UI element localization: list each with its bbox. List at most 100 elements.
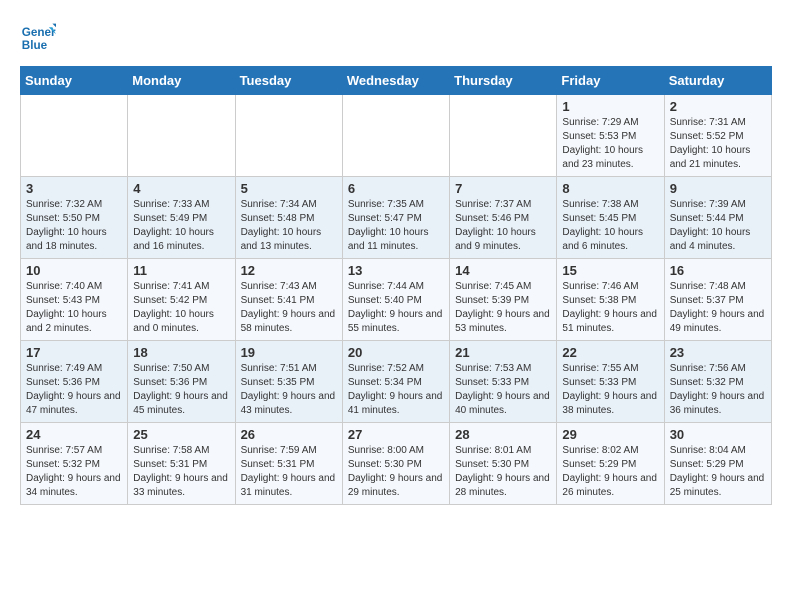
- calendar-cell: 18 Sunrise: 7:50 AM Sunset: 5:36 PM Dayli…: [128, 341, 235, 423]
- calendar-cell: [450, 95, 557, 177]
- header-day-sunday: Sunday: [21, 67, 128, 95]
- day-number: 8: [562, 181, 658, 196]
- day-info: Sunrise: 7:43 AM Sunset: 5:41 PM Dayligh…: [241, 280, 337, 336]
- calendar-cell: 11 Sunrise: 7:41 AM Sunset: 5:42 PM Dayli…: [128, 259, 235, 341]
- calendar-cell: [342, 95, 449, 177]
- logo: General Blue: [20, 20, 62, 56]
- day-number: 11: [133, 263, 229, 278]
- calendar-cell: 5Sunrise: 7:34 AM Sunset: 5:48 PM Daylig…: [235, 177, 342, 259]
- day-info: Sunrise: 7:55 AM Sunset: 5:33 PM Dayligh…: [562, 362, 658, 418]
- day-info: Sunrise: 7:50 AM Sunset: 5:36 PM Dayligh…: [133, 362, 229, 418]
- day-number: 30: [670, 427, 766, 442]
- day-number: 2: [670, 99, 766, 114]
- week-row-5: 24 Sunrise: 7:57 AM Sunset: 5:32 PM Dayli…: [21, 423, 772, 505]
- day-number: 28: [455, 427, 551, 442]
- day-info: Sunrise: 7:41 AM Sunset: 5:42 PM Dayligh…: [133, 280, 229, 336]
- day-info: Sunrise: 7:53 AM Sunset: 5:33 PM Dayligh…: [455, 362, 551, 418]
- day-info: Sunrise: 7:37 AM Sunset: 5:46 PM Dayligh…: [455, 198, 551, 254]
- day-number: 4: [133, 181, 229, 196]
- calendar-cell: 27 Sunrise: 8:00 AM Sunset: 5:30 PM Dayli…: [342, 423, 449, 505]
- calendar-cell: 22 Sunrise: 7:55 AM Sunset: 5:33 PM Dayli…: [557, 341, 664, 423]
- day-number: 26: [241, 427, 337, 442]
- week-row-3: 10Sunrise: 7:40 AM Sunset: 5:43 PM Dayli…: [21, 259, 772, 341]
- day-info: Sunrise: 7:49 AM Sunset: 5:36 PM Dayligh…: [26, 362, 122, 418]
- calendar-cell: 9 Sunrise: 7:39 AM Sunset: 5:44 PM Daylig…: [664, 177, 771, 259]
- calendar-cell: 25 Sunrise: 7:58 AM Sunset: 5:31 PM Dayli…: [128, 423, 235, 505]
- calendar-cell: 15 Sunrise: 7:46 AM Sunset: 5:38 PM Dayli…: [557, 259, 664, 341]
- day-number: 17: [26, 345, 122, 360]
- day-number: 10: [26, 263, 122, 278]
- svg-text:Blue: Blue: [22, 39, 48, 52]
- logo-icon: General Blue: [20, 20, 56, 56]
- header-row: SundayMondayTuesdayWednesdayThursdayFrid…: [21, 67, 772, 95]
- week-row-4: 17 Sunrise: 7:49 AM Sunset: 5:36 PM Dayli…: [21, 341, 772, 423]
- day-number: 20: [348, 345, 444, 360]
- day-info: Sunrise: 7:29 AM Sunset: 5:53 PM Dayligh…: [562, 116, 658, 172]
- header-day-wednesday: Wednesday: [342, 67, 449, 95]
- calendar-cell: 2 Sunrise: 7:31 AM Sunset: 5:52 PM Daylig…: [664, 95, 771, 177]
- day-info: Sunrise: 7:58 AM Sunset: 5:31 PM Dayligh…: [133, 444, 229, 500]
- day-number: 27: [348, 427, 444, 442]
- day-info: Sunrise: 7:48 AM Sunset: 5:37 PM Dayligh…: [670, 280, 766, 336]
- calendar-cell: 30 Sunrise: 8:04 AM Sunset: 5:29 PM Dayli…: [664, 423, 771, 505]
- day-number: 12: [241, 263, 337, 278]
- calendar-cell: 12 Sunrise: 7:43 AM Sunset: 5:41 PM Dayli…: [235, 259, 342, 341]
- day-info: Sunrise: 7:51 AM Sunset: 5:35 PM Dayligh…: [241, 362, 337, 418]
- day-info: Sunrise: 8:00 AM Sunset: 5:30 PM Dayligh…: [348, 444, 444, 500]
- calendar-cell: [235, 95, 342, 177]
- calendar-cell: 3Sunrise: 7:32 AM Sunset: 5:50 PM Daylig…: [21, 177, 128, 259]
- calendar-cell: 8 Sunrise: 7:38 AM Sunset: 5:45 PM Daylig…: [557, 177, 664, 259]
- header-day-thursday: Thursday: [450, 67, 557, 95]
- calendar-cell: 14 Sunrise: 7:45 AM Sunset: 5:39 PM Dayli…: [450, 259, 557, 341]
- calendar-cell: 1 Sunrise: 7:29 AM Sunset: 5:53 PM Daylig…: [557, 95, 664, 177]
- day-number: 15: [562, 263, 658, 278]
- day-number: 19: [241, 345, 337, 360]
- day-info: Sunrise: 8:01 AM Sunset: 5:30 PM Dayligh…: [455, 444, 551, 500]
- day-number: 29: [562, 427, 658, 442]
- calendar-header: SundayMondayTuesdayWednesdayThursdayFrid…: [21, 67, 772, 95]
- day-info: Sunrise: 7:33 AM Sunset: 5:49 PM Dayligh…: [133, 198, 229, 254]
- day-info: Sunrise: 7:45 AM Sunset: 5:39 PM Dayligh…: [455, 280, 551, 336]
- header-day-saturday: Saturday: [664, 67, 771, 95]
- day-info: Sunrise: 7:35 AM Sunset: 5:47 PM Dayligh…: [348, 198, 444, 254]
- day-number: 5: [241, 181, 337, 196]
- calendar-cell: [21, 95, 128, 177]
- day-number: 23: [670, 345, 766, 360]
- day-info: Sunrise: 7:46 AM Sunset: 5:38 PM Dayligh…: [562, 280, 658, 336]
- day-info: Sunrise: 7:38 AM Sunset: 5:45 PM Dayligh…: [562, 198, 658, 254]
- day-info: Sunrise: 8:04 AM Sunset: 5:29 PM Dayligh…: [670, 444, 766, 500]
- day-number: 7: [455, 181, 551, 196]
- calendar-table: SundayMondayTuesdayWednesdayThursdayFrid…: [20, 66, 772, 505]
- day-number: 1: [562, 99, 658, 114]
- day-info: Sunrise: 7:59 AM Sunset: 5:31 PM Dayligh…: [241, 444, 337, 500]
- day-number: 25: [133, 427, 229, 442]
- header-day-friday: Friday: [557, 67, 664, 95]
- day-number: 22: [562, 345, 658, 360]
- day-number: 16: [670, 263, 766, 278]
- day-number: 21: [455, 345, 551, 360]
- day-number: 9: [670, 181, 766, 196]
- calendar-cell: 7 Sunrise: 7:37 AM Sunset: 5:46 PM Daylig…: [450, 177, 557, 259]
- calendar-cell: 28 Sunrise: 8:01 AM Sunset: 5:30 PM Dayli…: [450, 423, 557, 505]
- header-day-tuesday: Tuesday: [235, 67, 342, 95]
- calendar-body: 1 Sunrise: 7:29 AM Sunset: 5:53 PM Daylig…: [21, 95, 772, 505]
- day-number: 18: [133, 345, 229, 360]
- day-info: Sunrise: 7:39 AM Sunset: 5:44 PM Dayligh…: [670, 198, 766, 254]
- calendar-cell: 4 Sunrise: 7:33 AM Sunset: 5:49 PM Daylig…: [128, 177, 235, 259]
- week-row-1: 1 Sunrise: 7:29 AM Sunset: 5:53 PM Daylig…: [21, 95, 772, 177]
- day-info: Sunrise: 7:44 AM Sunset: 5:40 PM Dayligh…: [348, 280, 444, 336]
- day-info: Sunrise: 7:56 AM Sunset: 5:32 PM Dayligh…: [670, 362, 766, 418]
- calendar-cell: [128, 95, 235, 177]
- day-number: 24: [26, 427, 122, 442]
- page-header: General Blue: [20, 20, 772, 56]
- calendar-cell: 6Sunrise: 7:35 AM Sunset: 5:47 PM Daylig…: [342, 177, 449, 259]
- day-number: 14: [455, 263, 551, 278]
- calendar-cell: 19 Sunrise: 7:51 AM Sunset: 5:35 PM Dayli…: [235, 341, 342, 423]
- day-info: Sunrise: 7:31 AM Sunset: 5:52 PM Dayligh…: [670, 116, 766, 172]
- calendar-cell: 20Sunrise: 7:52 AM Sunset: 5:34 PM Dayli…: [342, 341, 449, 423]
- calendar-cell: 26 Sunrise: 7:59 AM Sunset: 5:31 PM Dayli…: [235, 423, 342, 505]
- header-day-monday: Monday: [128, 67, 235, 95]
- day-info: Sunrise: 7:57 AM Sunset: 5:32 PM Dayligh…: [26, 444, 122, 500]
- calendar-cell: 24 Sunrise: 7:57 AM Sunset: 5:32 PM Dayli…: [21, 423, 128, 505]
- week-row-2: 3Sunrise: 7:32 AM Sunset: 5:50 PM Daylig…: [21, 177, 772, 259]
